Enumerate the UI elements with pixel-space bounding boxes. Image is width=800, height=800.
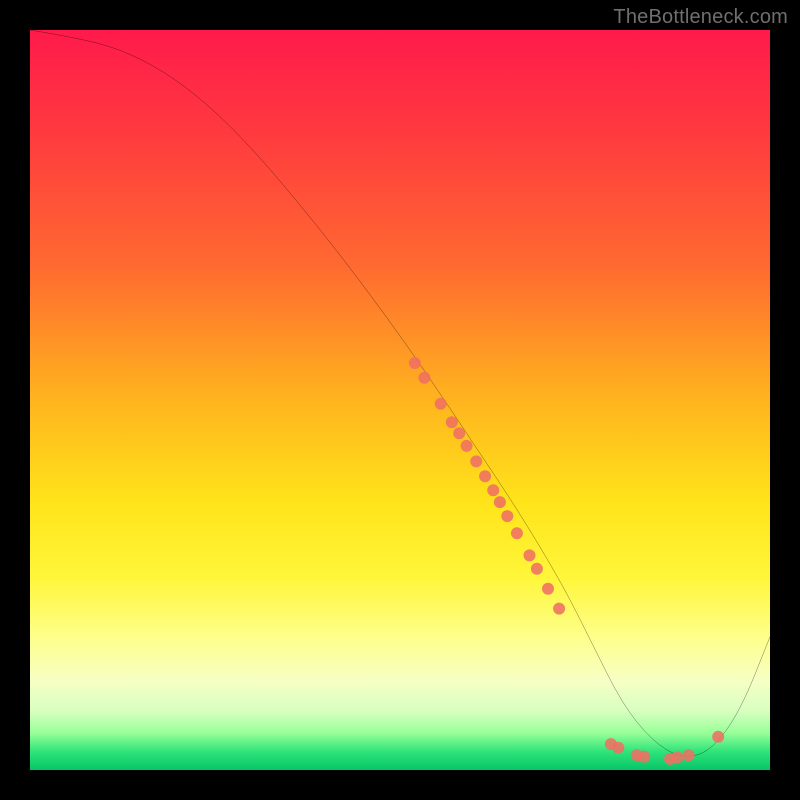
scatter-point [531,563,543,575]
chart-svg [30,30,770,770]
scatter-point [479,470,491,482]
scatter-point [470,455,482,467]
scatter-point [553,603,565,615]
scatter-point [461,440,473,452]
scatter-point [712,731,724,743]
scatter-point [501,510,513,522]
scatter-point [612,742,624,754]
watermark-text: TheBottleneck.com [613,6,788,29]
scatter-point [524,549,536,561]
scatter-point [638,751,650,763]
scatter-point [672,751,684,763]
scatter-point [683,749,695,761]
scatter-point [435,398,447,410]
curve-line [30,30,770,756]
scatter-group [409,357,724,765]
scatter-point [494,496,506,508]
scatter-point [487,484,499,496]
scatter-point [542,583,554,595]
scatter-point [418,372,430,384]
scatter-point [446,416,458,428]
scatter-point [511,527,523,539]
chart-plot-area [30,30,770,770]
scatter-point [409,357,421,369]
chart-stage: TheBottleneck.com [0,0,800,800]
scatter-point [453,427,465,439]
